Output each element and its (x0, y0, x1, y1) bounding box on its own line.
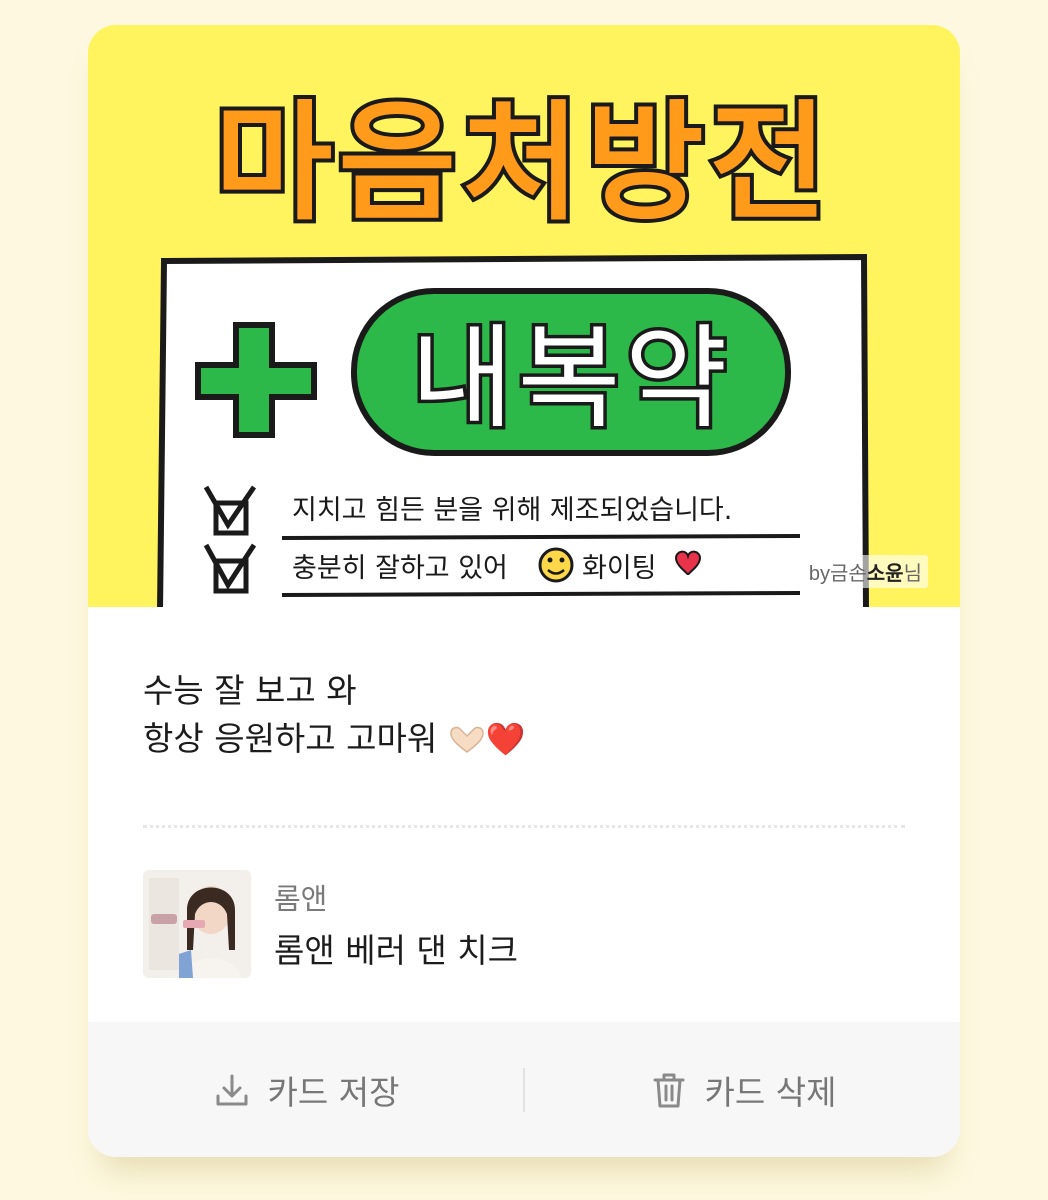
credit-mid: 금손 (829, 563, 867, 585)
credit-suffix: 님 (903, 563, 922, 585)
artwork-badge: 내복약 (410, 314, 731, 444)
save-card-button[interactable]: 카드 저장 (88, 1022, 523, 1157)
message-line-1: 수능 잘 보고 와 (143, 671, 357, 710)
delete-card-button[interactable]: 카드 삭제 (525, 1022, 960, 1157)
product-item[interactable]: 롬앤 롬앤 베러 댄 치크 (143, 870, 903, 978)
credit-name: 소윤 (866, 563, 904, 585)
card-message: 수능 잘 보고 와 항상 응원하고 고마워 ❤️ (143, 667, 903, 763)
save-card-label: 카드 저장 (267, 1072, 400, 1112)
gift-card: 마음처방전 내복약 지치고 힘든 분을 위해 제조되었습니다. 충분히 잘하고 … (88, 25, 960, 1157)
heart-hands-icon (449, 726, 484, 753)
credit-by: by (808, 563, 830, 585)
divider (143, 825, 905, 828)
artwork-line2-suffix: 화이팅 (582, 553, 657, 584)
download-icon (216, 1074, 248, 1105)
product-thumbnail (143, 870, 251, 978)
trash-icon (653, 1073, 685, 1107)
smiley-icon (538, 547, 574, 583)
product-brand: 롬앤 (274, 882, 328, 916)
product-name: 롬앤 베러 댄 치크 (274, 931, 518, 970)
artwork-title: 마음처방전 (215, 89, 834, 238)
delete-card-label: 카드 삭제 (704, 1072, 837, 1112)
artwork-credit: by금손소윤님 (802, 555, 928, 588)
artwork-line2: 충분히 잘하고 있어 (292, 553, 508, 584)
red-heart-icon: ❤️ (485, 720, 526, 758)
card-actions: 카드 저장 카드 삭제 (88, 1022, 960, 1157)
message-line-2-text: 항상 응원하고 고마워 (143, 719, 438, 758)
card-artwork: 마음처방전 내복약 지치고 힘든 분을 위해 제조되었습니다. 충분히 잘하고 … (88, 25, 960, 607)
artwork-line1: 지치고 힘든 분을 위해 제조되었습니다. (292, 495, 732, 526)
message-line-2: 항상 응원하고 고마워 ❤️ (143, 715, 903, 763)
